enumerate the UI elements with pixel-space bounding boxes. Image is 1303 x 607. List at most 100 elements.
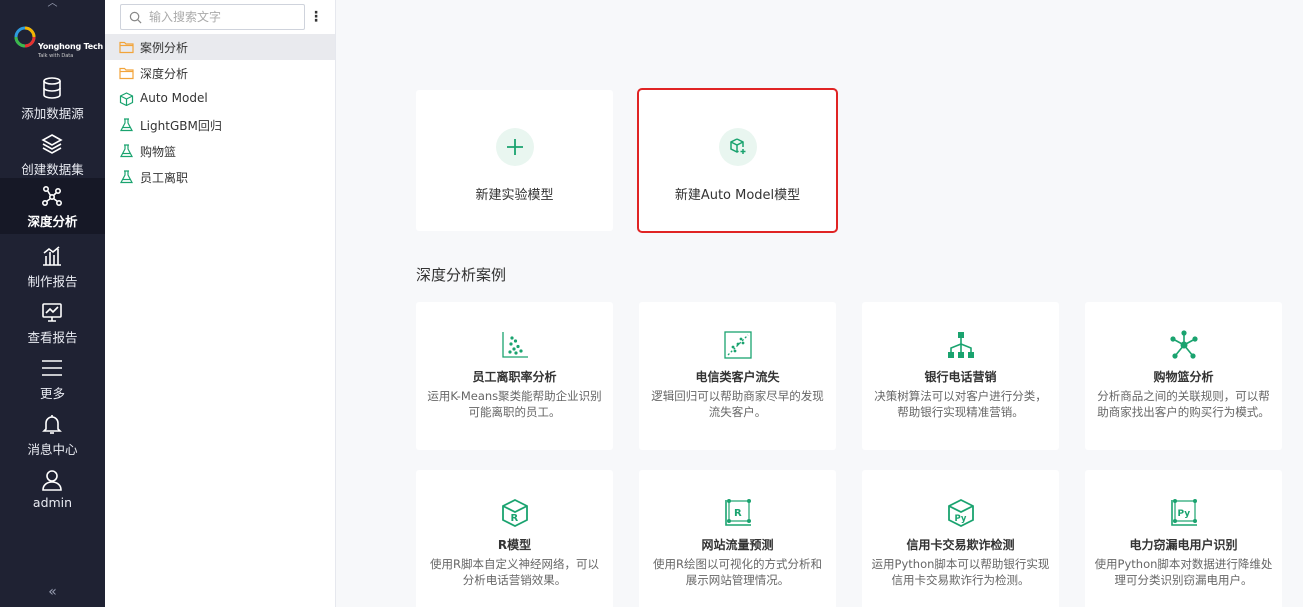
tree-item-label: 深度分析 (140, 67, 189, 81)
new-auto-model-card[interactable]: 新建Auto Model模型 (637, 88, 838, 233)
search-box (120, 4, 305, 30)
scatter-icon (502, 332, 528, 358)
case-card-r-model[interactable]: R R模型 使用R脚本自定义神经网络，可以分析电话营销效果。 (416, 470, 613, 607)
case-name: R模型 (497, 538, 532, 552)
nav-label: 深度分析 (27, 214, 78, 229)
nav-item-deep-analysis[interactable]: 深度分析 (0, 178, 105, 234)
section-title: 深度分析案例 (416, 266, 507, 284)
tree-item-auto-model[interactable]: Auto Model (105, 86, 335, 112)
main-content: 新建实验模型 新建Auto Model模型 深度分析案例 员工离职率分析 运用K… (336, 0, 1303, 607)
collapse-up-icon[interactable]: ︿ (0, 0, 105, 12)
nav-label: 查看报告 (27, 330, 78, 345)
case-description: 决策树算法可以对客户进行分类，帮助银行实现精准营销。 (874, 389, 1047, 419)
model-tree-panel: ⋮ 案例分析 深度分析 Auto Model LightGBM回归 购物篮 员工… (105, 0, 336, 607)
case-card-credit-fraud-detection[interactable]: Py 信用卡交易欺诈检测 运用Python脚本可以帮助银行实现信用卡交易欺诈行为… (862, 470, 1059, 607)
tree-item-employee-turnover[interactable]: 员工离职 (105, 164, 335, 190)
case-name: 银行电话营销 (924, 370, 997, 384)
folder-icon (119, 67, 134, 80)
tree-item-deep-analysis[interactable]: 深度分析 (105, 60, 335, 86)
case-card-employee-turnover[interactable]: 员工离职率分析 运用K-Means聚类能帮助企业识别可能离职的员工。 (416, 302, 613, 450)
nav-item-admin[interactable]: admin (0, 462, 105, 518)
card-label: 新建Auto Model模型 (674, 188, 801, 203)
tree-item-lightgbm[interactable]: LightGBM回归 (105, 112, 335, 138)
star-network-icon (1170, 330, 1198, 359)
card-label: 新建实验模型 (475, 188, 554, 203)
case-description: 使用Python脚本对数据进行降维处理可分类识别窃漏电用户。 (1094, 557, 1273, 587)
tree-item-label: Auto Model (140, 91, 208, 105)
collapse-double-left-icon[interactable]: « (0, 584, 105, 600)
svg-text:R: R (511, 513, 519, 524)
case-description: 分析商品之间的关联规则，可以帮助商家找出客户的购买行为模式。 (1097, 389, 1270, 419)
flask-icon (120, 118, 133, 132)
svg-text:R: R (734, 508, 742, 519)
nav-label: admin (32, 495, 73, 510)
nav-item-make-report[interactable]: 制作报告 (0, 238, 105, 294)
folder-icon (119, 41, 134, 54)
search-input[interactable] (149, 8, 299, 26)
user-icon (42, 470, 62, 491)
search-icon (129, 11, 142, 24)
bell-icon (42, 415, 62, 434)
layers-icon (41, 134, 63, 154)
cube-plus-icon (730, 138, 746, 154)
case-description: 使用R脚本自定义神经网络，可以分析电话营销效果。 (430, 557, 599, 587)
case-name: 员工离职率分析 (472, 370, 557, 384)
nav-label: 制作报告 (27, 274, 78, 289)
monitor-chart-icon (42, 303, 62, 322)
cube-icon (119, 92, 134, 106)
nav-label: 添加数据源 (21, 106, 84, 121)
new-experiment-model-card[interactable]: 新建实验模型 (416, 90, 613, 231)
case-name: 购物篮分析 (1153, 370, 1214, 384)
left-nav: ︿ Yonghong Tech Talk with Data 添加数据源 创建数… (0, 0, 105, 607)
logo: Yonghong Tech Talk with Data (14, 26, 103, 62)
case-card-bank-telemarketing[interactable]: 银行电话营销 决策树算法可以对客户进行分类，帮助银行实现精准营销。 (862, 302, 1059, 450)
tree-item-shopping-basket[interactable]: 购物篮 (105, 138, 335, 164)
plus-icon (507, 139, 523, 155)
py-chart-icon: Py (1171, 499, 1197, 526)
logo-icon (14, 26, 36, 48)
svg-text:Py: Py (955, 514, 967, 524)
icon-circle (719, 128, 757, 166)
tree-icon (948, 332, 974, 358)
case-card-site-traffic-forecast[interactable]: R 网站流量预测 使用R绘图以可视化的方式分析和展示网站管理情况。 (639, 470, 836, 607)
nav-label: 创建数据集 (21, 162, 84, 177)
svg-text:Py: Py (1178, 509, 1191, 519)
case-description: 运用Python脚本可以帮助银行实现信用卡交易欺诈行为检测。 (871, 557, 1050, 587)
nav-label: 更多 (39, 386, 65, 401)
case-name: 网站流量预测 (701, 538, 774, 552)
database-icon (43, 77, 61, 99)
nav-item-more[interactable]: 更多 (0, 350, 105, 406)
case-name: 信用卡交易欺诈检测 (906, 538, 1015, 552)
nav-label: 消息中心 (27, 442, 78, 457)
bar-chart-icon (43, 246, 61, 266)
tree-item-label: 购物篮 (140, 145, 177, 159)
more-options-icon[interactable]: ⋮ (309, 8, 323, 26)
flask-icon (120, 170, 133, 184)
icon-circle (496, 128, 534, 166)
logo-brand: Yonghong Tech (38, 42, 104, 51)
tree-item-label: LightGBM回归 (140, 119, 222, 133)
nav-item-add-datasource[interactable]: 添加数据源 (0, 70, 105, 126)
regression-icon (724, 331, 752, 359)
nav-item-create-dataset[interactable]: 创建数据集 (0, 126, 105, 182)
tree-item-label: 案例分析 (140, 41, 189, 55)
nav-item-view-report[interactable]: 查看报告 (0, 294, 105, 350)
case-name: 电信类客户流失 (695, 370, 780, 384)
r-cube-icon: R (502, 498, 528, 528)
tree-item-label: 员工离职 (140, 171, 189, 185)
case-name: 电力窃漏电用户识别 (1129, 538, 1238, 552)
tree-item-case-analysis[interactable]: 案例分析 (105, 34, 335, 60)
case-card-telecom-churn[interactable]: 电信类客户流失 逻辑回归可以帮助商家尽早的发现流失客户。 (639, 302, 836, 450)
r-chart-icon: R (725, 499, 751, 526)
case-card-basket-analysis[interactable]: 购物篮分析 分析商品之间的关联规则，可以帮助商家找出客户的购买行为模式。 (1085, 302, 1282, 450)
menu-icon (42, 360, 62, 376)
logo-tagline: Talk with Data (38, 53, 74, 59)
network-icon (41, 185, 62, 206)
flask-icon (120, 144, 133, 158)
case-description: 逻辑回归可以帮助商家尽早的发现流失客户。 (651, 389, 824, 419)
case-description: 运用K-Means聚类能帮助企业识别可能离职的员工。 (427, 389, 602, 419)
case-card-power-theft-detection[interactable]: Py 电力窃漏电用户识别 使用Python脚本对数据进行降维处理可分类识别窃漏电… (1085, 470, 1282, 607)
case-description: 使用R绘图以可视化的方式分析和展示网站管理情况。 (653, 557, 822, 587)
py-cube-icon: Py (948, 498, 974, 528)
nav-item-message-center[interactable]: 消息中心 (0, 406, 105, 462)
